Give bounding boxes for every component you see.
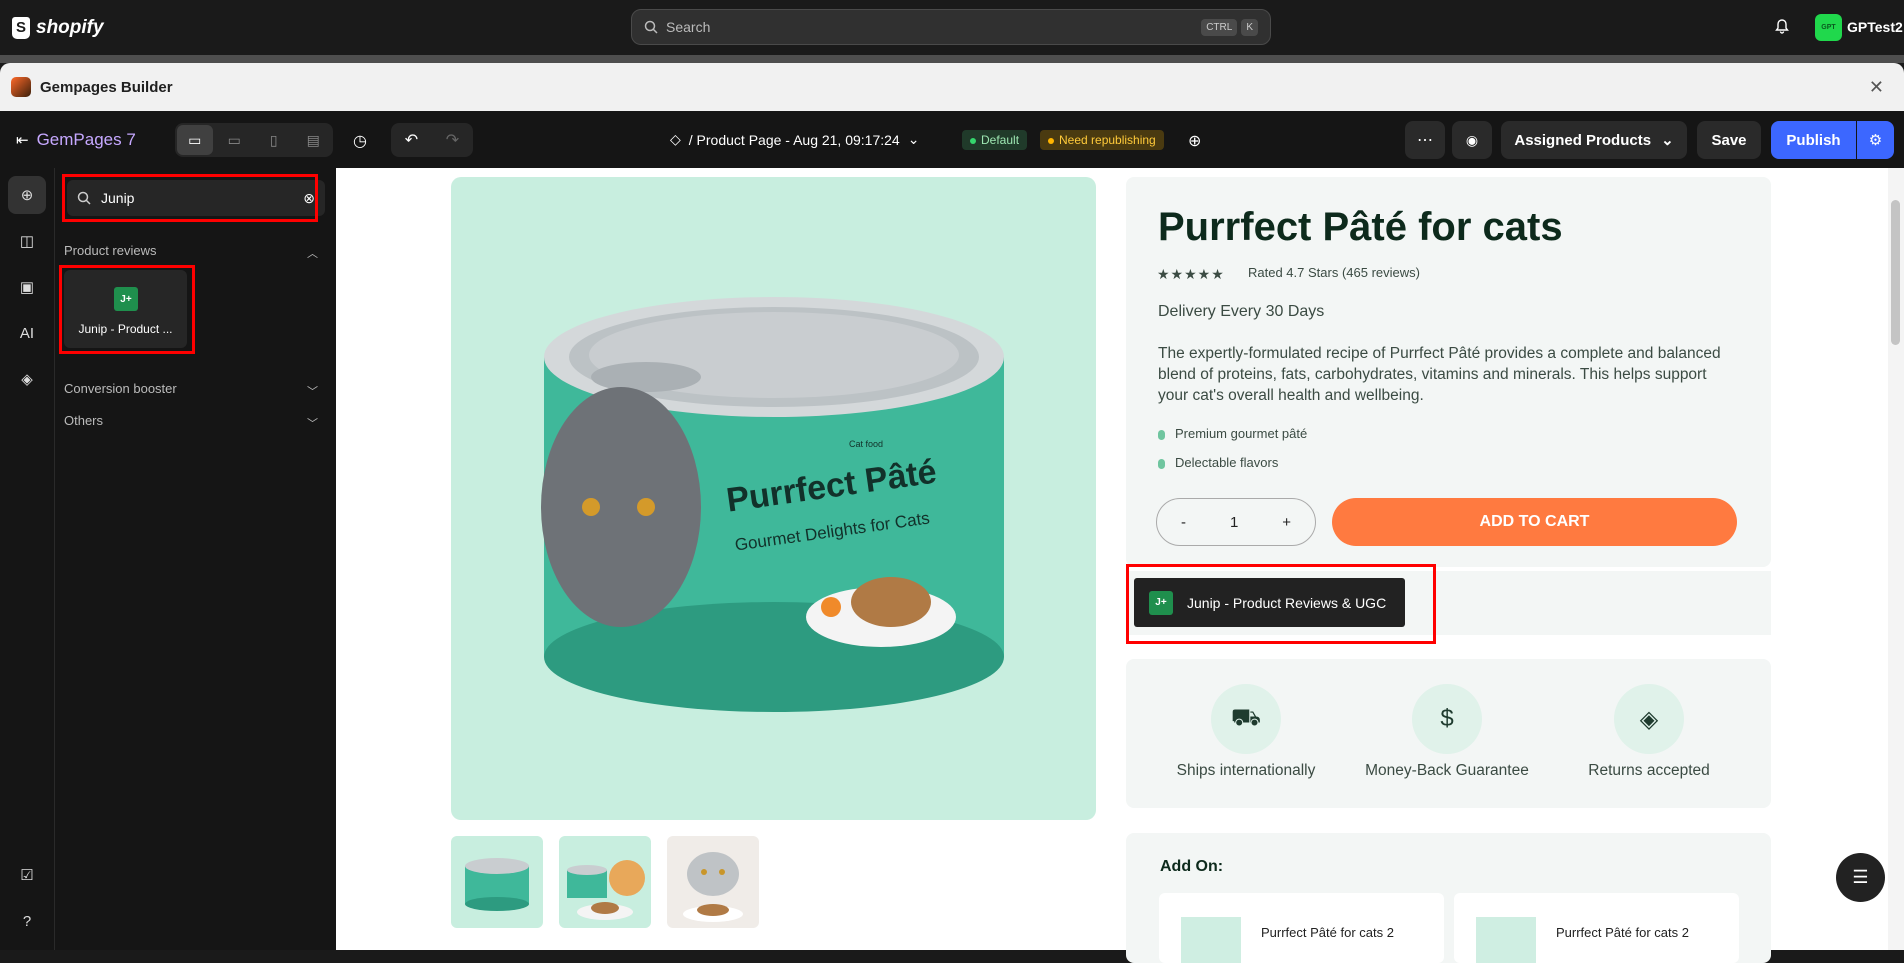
page-name-label: / Product Page - Aug 21, 09:17:24 [688, 131, 900, 148]
tag-icon: ◇ [670, 131, 681, 147]
search-highlight-box [62, 174, 318, 222]
product-description: The expertly-formulated recipe of Purrfe… [1158, 345, 1721, 404]
cat-food-can-image: Purrfect Pâté Gourmet Delights for Cats … [541, 297, 1004, 712]
junip-card-highlight-box [59, 265, 195, 354]
gempages-app-icon [11, 77, 31, 97]
quantity-stepper: - 1 + [1156, 498, 1316, 546]
device-switcher: ▭ ▭ ▯ ▤ [175, 123, 333, 157]
app-title: Gempages Builder [40, 78, 173, 96]
qty-plus-button[interactable]: + [1282, 514, 1291, 531]
box-icon: ◈ [1614, 684, 1684, 754]
feature-label: Returns accepted [1588, 762, 1710, 779]
kbd-ctrl: CTRL [1201, 18, 1238, 36]
thumbnail-3[interactable] [667, 836, 759, 928]
qty-value[interactable]: 1 [1230, 514, 1238, 531]
section-conversion-booster[interactable]: Conversion booster [64, 381, 177, 396]
addon-card[interactable]: Purrfect Pâté for cats 2 [1159, 893, 1444, 963]
shopify-logo[interactable]: shopify [12, 16, 104, 39]
left-rail: ⊕ ◫ ▣ AI ◈ ☑ ? [0, 168, 55, 950]
app-header: Gempages Builder ✕ [0, 63, 1904, 111]
rating-text: Rated 4.7 Stars (465 reviews) [1248, 265, 1420, 280]
addon-image [1181, 917, 1241, 963]
more-options-icon[interactable]: ⋯ [1405, 121, 1445, 159]
checklist-icon[interactable]: ☑ [8, 856, 46, 894]
thumbnail-1[interactable] [451, 836, 543, 928]
chevron-down-icon[interactable]: ﹀ [307, 415, 318, 431]
feature-label: Money-Back Guarantee [1365, 762, 1529, 779]
feature-label: Ships internationally [1176, 762, 1316, 779]
assigned-products-button[interactable]: Assigned Products ⌄ [1501, 121, 1687, 159]
addon-name: Purrfect Pâté for cats 2 [1261, 925, 1394, 940]
avatar[interactable]: GPT [1815, 14, 1842, 41]
brand-label: GemPages 7 [36, 129, 136, 149]
money-back-icon: $ [1412, 684, 1482, 754]
delivery-text: Delivery Every 30 Days [1158, 303, 1325, 320]
shopify-search-bar[interactable]: Search CTRL K [631, 9, 1271, 45]
truck-icon: ⛟ [1211, 684, 1281, 754]
undo-redo-group: ↶ ↷ [391, 123, 473, 157]
section-product-reviews[interactable]: Product reviews [64, 243, 156, 258]
bell-icon[interactable] [1774, 18, 1790, 34]
publish-settings-icon[interactable]: ⚙ [1857, 121, 1894, 159]
page-sections-icon[interactable]: ◫ [8, 222, 46, 260]
bullet-item: Delectable flavors [1158, 455, 1278, 470]
chevron-down-icon: ⌄ [1661, 132, 1674, 149]
desktop-view-icon[interactable]: ▭ [177, 125, 213, 155]
chevron-up-icon[interactable]: ︿ [307, 245, 318, 261]
history-icon[interactable]: ◷ [353, 131, 367, 151]
shopify-bag-icon [12, 16, 30, 39]
thumbnail-2[interactable] [559, 836, 651, 928]
search-icon [644, 20, 658, 34]
assigned-products-label: Assigned Products [1514, 131, 1652, 149]
layers-icon[interactable]: ◈ [8, 360, 46, 398]
addon-image [1476, 917, 1536, 963]
addon-card[interactable]: Purrfect Pâté for cats 2 [1454, 893, 1739, 963]
fullwidth-view-icon[interactable]: ▤ [296, 125, 332, 155]
status-badge-default: Default [962, 130, 1028, 150]
add-elements-icon[interactable]: ⊕ [8, 176, 46, 214]
preview-eye-icon[interactable]: ◉ [1452, 121, 1492, 159]
publish-button[interactable]: Publish [1771, 121, 1856, 159]
help-icon[interactable]: ? [8, 902, 46, 940]
can-label-text: Cat food [849, 439, 883, 449]
product-title: Purrfect Pâté for cats [1158, 205, 1563, 249]
qty-minus-button[interactable]: - [1181, 514, 1186, 531]
page-selector[interactable]: ◇ / Product Page - Aug 21, 09:17:24 ⌄ [670, 131, 919, 148]
bullet-item: Premium gourmet pâté [1158, 426, 1307, 441]
save-button[interactable]: Save [1697, 121, 1761, 159]
addon-title: Add On: [1160, 858, 1224, 875]
backdrop-strip [0, 55, 1904, 63]
back-to-dashboard[interactable]: ⇤ GemPages 7 [16, 130, 136, 150]
globe-icon[interactable]: ⊕ [1188, 131, 1201, 151]
product-hero-image[interactable]: Purrfect Pâté Gourmet Delights for Cats … [451, 177, 1096, 820]
kbd-k: K [1241, 18, 1258, 36]
exit-icon: ⇤ [16, 131, 29, 149]
tablet-view-icon[interactable]: ▭ [217, 125, 253, 155]
templates-icon[interactable]: ▣ [8, 268, 46, 306]
mobile-view-icon[interactable]: ▯ [256, 125, 292, 155]
close-icon[interactable]: ✕ [1869, 77, 1884, 98]
status-badge-republish: Need republishing [1040, 130, 1164, 150]
undo-icon[interactable]: ↶ [391, 123, 432, 157]
scrollbar-thumb[interactable] [1891, 200, 1900, 345]
chat-support-icon[interactable]: ☰ [1836, 853, 1885, 902]
store-name[interactable]: GPTest2 [1847, 19, 1903, 35]
chevron-down-icon[interactable]: ﹀ [307, 383, 318, 399]
section-others[interactable]: Others [64, 413, 103, 428]
search-shortcut: CTRL K [1201, 18, 1258, 36]
rating-stars: ★★★★★ [1157, 266, 1225, 282]
junip-widget-highlight-box [1126, 564, 1436, 644]
chevron-down-icon: ⌄ [907, 131, 920, 147]
shopify-logo-text: shopify [36, 16, 104, 38]
search-placeholder: Search [666, 19, 711, 35]
ai-icon[interactable]: AI [8, 314, 46, 352]
addon-name: Purrfect Pâté for cats 2 [1556, 925, 1689, 940]
add-to-cart-button[interactable]: ADD TO CART [1332, 498, 1737, 546]
redo-icon[interactable]: ↷ [432, 123, 473, 157]
